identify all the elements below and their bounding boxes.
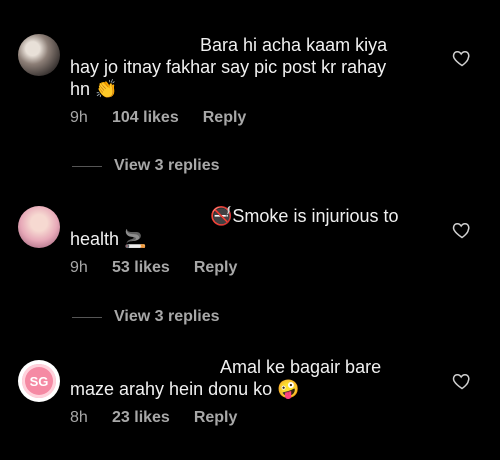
view-replies-label: View 3 replies (114, 308, 220, 325)
comment-line-3: hn (70, 79, 91, 99)
comment-line-1: Bara hi acha kaam kiya (200, 35, 388, 55)
comment-line-2: maze arahy hein donu ko (70, 379, 273, 399)
zany-face-icon: 🤪 (277, 379, 300, 400)
comment-time: 8h (70, 409, 88, 426)
likes-count[interactable]: 104 likes (112, 109, 179, 127)
heart-icon[interactable] (452, 220, 472, 240)
likes-count[interactable]: 53 likes (112, 259, 170, 277)
heart-icon[interactable] (452, 48, 472, 68)
comment-line-2: health (70, 229, 120, 249)
comment-text: Bara hi acha kaam kiya hay jo itnay fakh… (70, 34, 440, 101)
comment-2: 🚭Smoke is injurious to health 🚬 9h 53 li… (0, 190, 500, 310)
comment-1: Bara hi acha kaam kiya hay jo itnay fakh… (0, 0, 500, 150)
comment-text: 🚭Smoke is injurious to health 🚬 (70, 205, 440, 251)
divider (72, 165, 102, 167)
comment-line-1: Amal ke bagair bare (220, 357, 382, 377)
comment-3: SG Amal ke bagair bare maze arahy hein d… (0, 345, 500, 460)
cigarette-icon: 🚬 (124, 229, 147, 250)
comment-line-2: hay jo itnay fakhar say pic post kr raha… (70, 57, 387, 77)
avatar[interactable] (18, 34, 60, 76)
view-replies-button[interactable]: View 3 replies (72, 308, 220, 326)
comment-time: 9h (70, 259, 88, 276)
no-smoking-icon: 🚭 (210, 206, 233, 227)
comment-time: 9h (70, 109, 88, 126)
likes-count[interactable]: 23 likes (112, 409, 170, 427)
avatar-logo: SG (22, 364, 56, 398)
avatar[interactable]: SG (18, 360, 60, 402)
comment-line-1: Smoke is injurious to (232, 206, 399, 226)
reply-button[interactable]: Reply (203, 109, 247, 127)
clapping-hands-icon: 👏 (95, 79, 118, 100)
heart-icon[interactable] (452, 371, 472, 391)
view-replies-button[interactable]: View 3 replies (72, 157, 220, 175)
avatar[interactable] (18, 206, 60, 248)
reply-button[interactable]: Reply (194, 409, 238, 427)
view-replies-label: View 3 replies (114, 157, 220, 174)
comment-text: Amal ke bagair bare maze arahy hein donu… (70, 356, 440, 401)
reply-button[interactable]: Reply (194, 259, 238, 277)
divider (72, 316, 102, 318)
